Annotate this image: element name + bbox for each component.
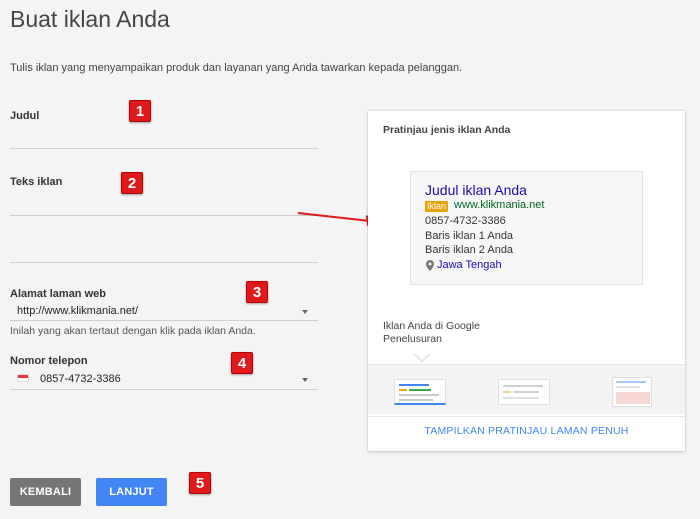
website-helper-text: Inilah yang akan tertaut dengan klik pad…: [10, 325, 256, 337]
preview-thumbnails: [368, 364, 685, 414]
thumbnail-search[interactable]: [394, 379, 446, 405]
thumbnail-mobile[interactable]: [498, 379, 550, 405]
ad-location: Jawa Tengah: [437, 259, 502, 271]
step-badge-1: 1: [129, 100, 151, 122]
preview-title: Pratinjau jenis iklan Anda: [383, 124, 511, 136]
ad-preview-panel: Pratinjau jenis iklan Anda Judul iklan A…: [368, 111, 685, 451]
ad-label-badge: Iklan: [425, 201, 449, 212]
thumbnail-pointer-inner: [415, 353, 429, 360]
caret-down-icon[interactable]: [302, 310, 308, 314]
thumbnail-display[interactable]: [612, 377, 652, 407]
placement-text: Iklan Anda di Google Penelusuran: [383, 320, 480, 345]
phone-select-underline: [10, 389, 318, 390]
indonesia-flag-icon: [17, 374, 29, 382]
website-select-value[interactable]: http://www.klikmania.net/: [17, 305, 138, 317]
step-badge-2: 2: [121, 172, 143, 194]
headline-input[interactable]: [10, 148, 318, 149]
page-title: Buat iklan Anda: [10, 6, 170, 32]
ad-text-input-2[interactable]: [10, 262, 318, 263]
back-button[interactable]: KEMBALI: [10, 478, 81, 506]
ad-text-input-1[interactable]: [10, 215, 318, 216]
ad-headline: Judul iklan Anda: [425, 182, 527, 198]
step-badge-4: 4: [231, 352, 253, 374]
website-select-underline: [10, 320, 318, 321]
phone-select-value[interactable]: 0857-4732-3386: [40, 373, 121, 385]
step-badge-3: 3: [246, 281, 268, 303]
full-preview-link[interactable]: TAMPILKAN PRATINJAU LAMAN PENUH: [368, 425, 685, 437]
ad-line-1: Baris iklan 1 Anda: [425, 230, 514, 242]
phone-label: Nomor telepon: [10, 355, 88, 367]
caret-down-icon[interactable]: [302, 378, 308, 382]
ad-display-url: www.klikmania.net: [454, 199, 545, 211]
page-intro: Tulis iklan yang menyampaikan produk dan…: [10, 62, 463, 74]
website-label: Alamat laman web: [10, 288, 106, 300]
ad-phone: 0857-4732-3386: [425, 215, 506, 227]
ad-line-2: Baris iklan 2 Anda: [425, 244, 514, 256]
map-pin-icon: [426, 260, 434, 271]
ad-preview-card: Judul iklan Anda Iklan www.klikmania.net…: [410, 171, 643, 285]
step-badge-5: 5: [189, 472, 211, 494]
ad-text-label: Teks iklan: [10, 176, 63, 188]
headline-label: Judul: [10, 110, 40, 122]
panel-divider: [368, 416, 685, 417]
next-button[interactable]: LANJUT: [96, 478, 167, 506]
